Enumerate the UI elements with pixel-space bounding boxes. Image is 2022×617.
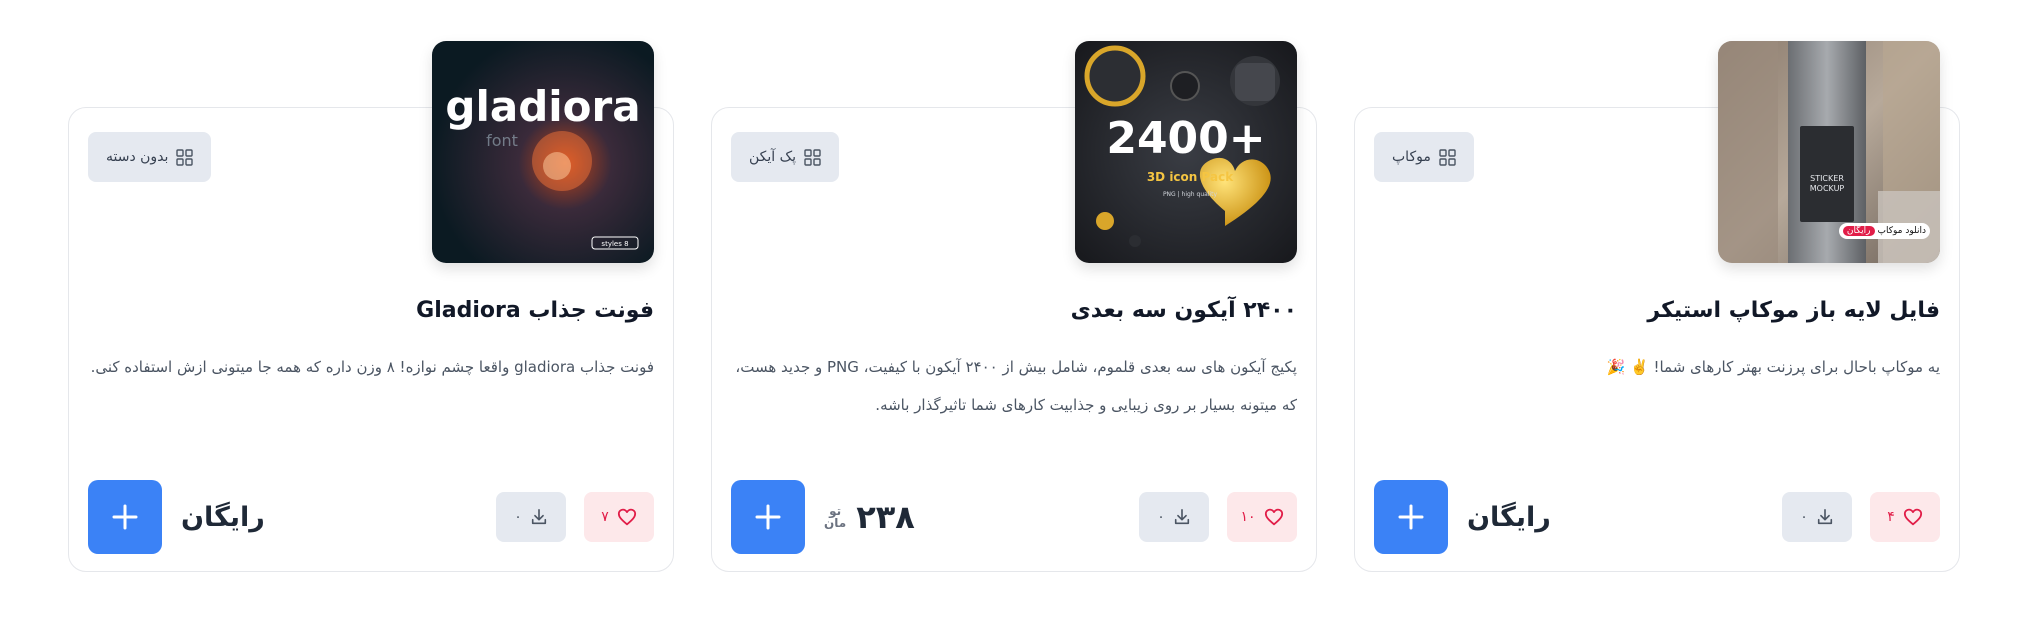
plus-icon: [755, 504, 781, 530]
product-description: یه موکاپ باحال برای پرزنت بهتر کارهای شم…: [1606, 358, 1940, 376]
thumb-label-1: STICKER: [1810, 174, 1844, 183]
download-count: ۰: [1800, 509, 1808, 525]
heart-icon: [617, 508, 636, 526]
category-label: بدون دسته: [106, 149, 169, 165]
thumb-big-number: +2400: [1106, 113, 1265, 164]
grid-icon: [176, 148, 194, 166]
price-label: تو مان ۲۳۸: [824, 493, 915, 541]
thumb-label-2: MOCKUP: [1810, 184, 1845, 193]
download-count-button[interactable]: ۰: [1782, 492, 1852, 542]
like-button[interactable]: ۷: [584, 492, 654, 542]
add-to-cart-button[interactable]: [731, 480, 805, 554]
thumb-style-tag: 8 styles: [601, 240, 628, 248]
category-badge[interactable]: بدون دسته: [88, 132, 212, 182]
thumb-subtitle-2: PNG | high quality: [1163, 191, 1218, 198]
product-card-3d-icons[interactable]: +2400 3D icon Pack PNG | high quality پک…: [711, 41, 1317, 572]
grid-icon: [804, 148, 821, 166]
like-button[interactable]: ۱۰: [1227, 492, 1297, 542]
category-badge[interactable]: موکاپ: [1374, 132, 1474, 182]
font-preview-image: gladiora font 8 styles: [432, 41, 654, 263]
grid-icon: [1439, 148, 1456, 166]
product-description: پکیج آیکون های سه بعدی قلموم، شامل بیش ا…: [735, 358, 1297, 414]
product-thumbnail[interactable]: STICKER MOCKUP دانلود موکاپ رایگان: [1718, 41, 1940, 263]
thumb-subtitle: 3D icon Pack: [1147, 170, 1234, 184]
price-label: رایگان: [1467, 501, 1551, 533]
thumb-font-sub: font: [486, 131, 518, 150]
download-icon: [531, 508, 546, 525]
heart-icon: [1903, 508, 1922, 526]
like-count: ۱۰: [1240, 509, 1256, 525]
like-count: ۴: [1887, 509, 1895, 525]
add-to-cart-button[interactable]: [88, 480, 162, 554]
download-count: ۰: [1157, 509, 1165, 525]
product-thumbnail[interactable]: gladiora font 8 styles: [432, 41, 654, 263]
product-card-sticker-mockup[interactable]: STICKER MOCKUP دانلود موکاپ رایگان موکاپ…: [1354, 41, 1960, 572]
price-label: رایگان: [181, 501, 265, 533]
download-count: ۰: [514, 509, 522, 525]
download-icon: [1174, 508, 1189, 525]
download-count-button[interactable]: ۰: [496, 492, 566, 542]
price-value: ۲۳۸: [856, 498, 915, 536]
thumb-font-word: gladiora: [445, 82, 640, 131]
product-title[interactable]: ۲۴۰۰ آیکون سه بعدی: [731, 298, 1297, 323]
heart-icon: [1264, 508, 1283, 526]
download-count-button[interactable]: ۰: [1139, 492, 1209, 542]
product-card-gladiora-font[interactable]: gladiora font 8 styles بدون دسته فونت جذ…: [68, 41, 674, 572]
product-title[interactable]: فونت جذاب Gladiora: [88, 298, 654, 323]
category-badge[interactable]: پک آیکن: [731, 132, 840, 182]
icon-pack-image: +2400 3D icon Pack PNG | high quality: [1075, 41, 1297, 263]
plus-icon: [112, 504, 138, 530]
like-count: ۷: [601, 509, 609, 525]
download-icon: [1817, 508, 1832, 525]
add-to-cart-button[interactable]: [1374, 480, 1448, 554]
currency-label: تو مان: [824, 504, 847, 530]
product-thumbnail[interactable]: +2400 3D icon Pack PNG | high quality: [1075, 41, 1297, 263]
category-label: پک آیکن: [749, 149, 797, 165]
product-title[interactable]: فایل لایه باز موکاپ استیکر: [1374, 298, 1940, 323]
plus-icon: [1398, 504, 1424, 530]
category-label: موکاپ: [1392, 149, 1431, 165]
thumb-free-badge: دانلود موکاپ رایگان: [1838, 223, 1930, 239]
like-button[interactable]: ۴: [1870, 492, 1940, 542]
product-description: فونت جذاب gladiora واقعا چشم نوازه! ۸ وز…: [90, 358, 654, 376]
